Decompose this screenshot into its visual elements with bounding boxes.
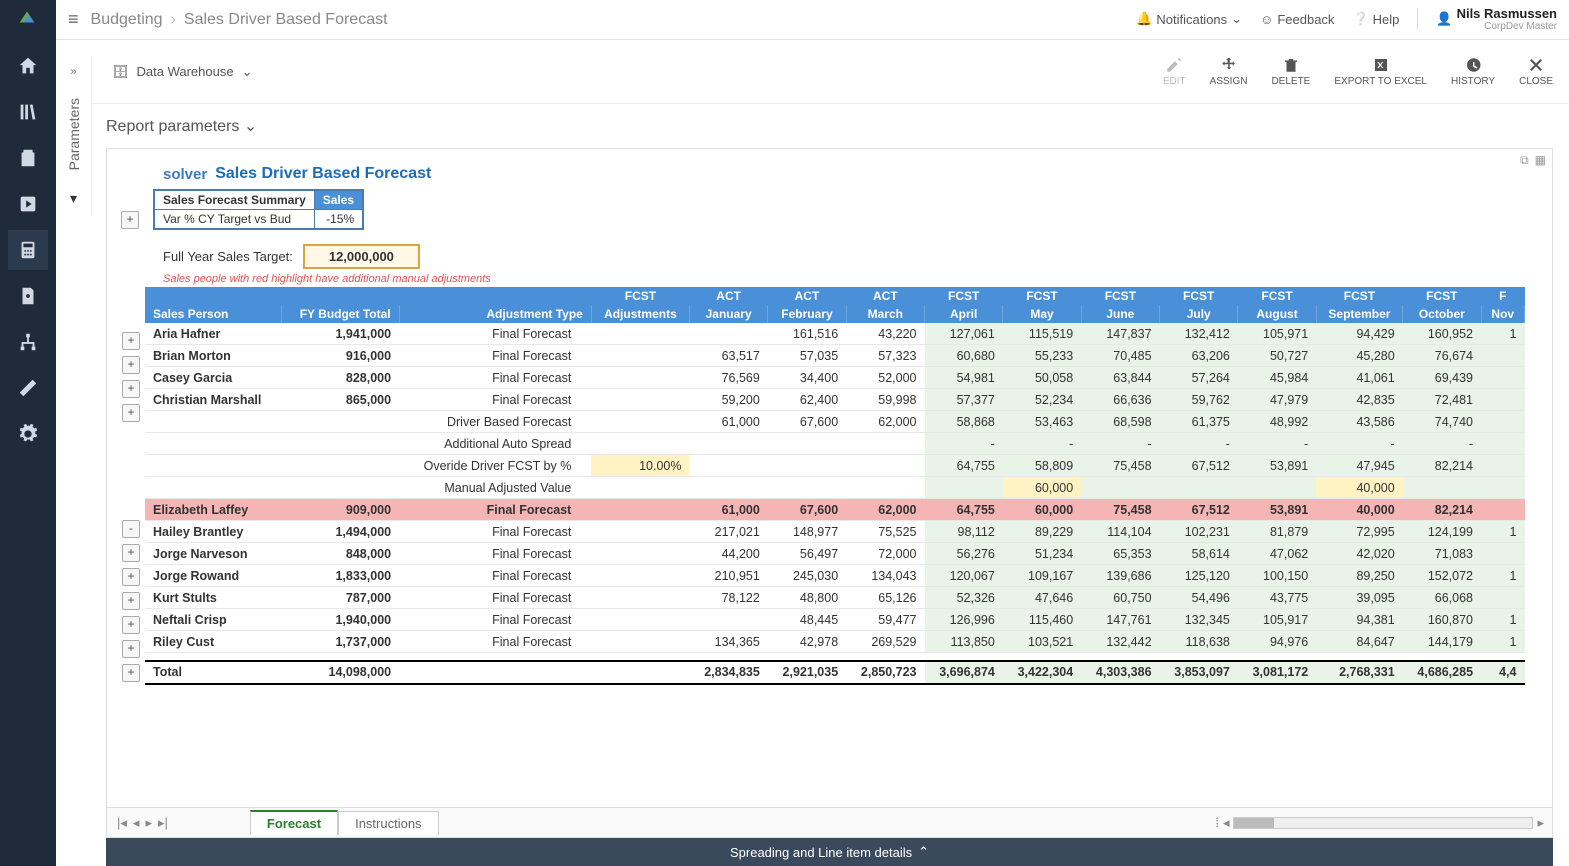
nav-home-icon[interactable] — [8, 46, 48, 86]
edit-button: EDIT — [1163, 56, 1186, 87]
forecast-grid: FCSTACTACTACTFCSTFCSTFCSTFCSTFCSTFCSTFCS… — [145, 287, 1525, 685]
report-parameters-toggle[interactable]: Report parameters ⌄ — [106, 116, 1553, 136]
sheet-nav-last-icon[interactable]: ▸| — [156, 815, 170, 831]
brand-logo-icon — [16, 6, 40, 30]
export-excel-button[interactable]: EXPORT TO EXCEL — [1334, 56, 1427, 87]
expand-column: + + + + - + + + + + + — [117, 287, 145, 685]
expand-row-button[interactable]: + — [122, 616, 140, 634]
scroll-right-icon[interactable]: ▸ — [1537, 815, 1544, 831]
sheet-nav-next-icon[interactable]: ▸ — [143, 815, 154, 831]
report-title: Sales Driver Based Forecast — [215, 165, 431, 183]
table-row: Riley Cust 1,737,000 Final Forecast 134,… — [145, 631, 1525, 653]
target-value[interactable]: 12,000,000 — [303, 244, 420, 269]
table-subrow: Additional Auto Spread------- — [145, 433, 1525, 455]
nav-library-icon[interactable] — [8, 92, 48, 132]
chevron-down-icon: ⌄ — [242, 64, 253, 80]
table-row: Jorge Narveson 848,000 Final Forecast 44… — [145, 543, 1525, 565]
delete-button[interactable]: DELETE — [1271, 56, 1310, 87]
tab-forecast[interactable]: Forecast — [250, 810, 338, 835]
table-row: Casey Garcia 828,000 Final Forecast 76,5… — [145, 367, 1525, 389]
assign-button[interactable]: ASSIGN — [1210, 56, 1248, 87]
tab-instructions[interactable]: Instructions — [338, 811, 438, 835]
expand-row-button[interactable]: + — [122, 404, 140, 422]
chevron-up-icon: ⌃ — [918, 844, 929, 860]
chevron-right-icon: » — [70, 64, 77, 78]
history-button[interactable]: HISTORY — [1451, 56, 1495, 87]
notifications-menu[interactable]: 🔔 Notifications ⌄ — [1136, 11, 1242, 27]
sheet-nav-first-icon[interactable]: |◂ — [115, 815, 129, 831]
database-icon: 🗄 — [112, 64, 129, 80]
table-subrow: Driver Based Forecast61,00067,60062,0005… — [145, 411, 1525, 433]
report-frame: ⧉ ▦ solver Sales Driver Based Forecast +… — [106, 148, 1553, 838]
smile-icon: ☺ — [1260, 12, 1273, 27]
table-row: Neftali Crisp 1,940,000 Final Forecast 4… — [145, 609, 1525, 631]
expand-row-button[interactable]: + — [122, 356, 140, 374]
table-row: Christian Marshall 865,000 Final Forecas… — [145, 389, 1525, 411]
target-label: Full Year Sales Target: — [163, 249, 293, 264]
nav-clipboard-icon[interactable] — [8, 138, 48, 178]
chevron-down-icon: ⌄ — [244, 118, 257, 135]
menu-toggle-icon[interactable]: ≡ — [68, 9, 79, 30]
nav-tools-icon[interactable] — [8, 368, 48, 408]
user-menu[interactable]: 👤 Nils Rasmussen CorpDev Master — [1436, 7, 1557, 32]
expand-row-button[interactable]: + — [122, 568, 140, 586]
expand-row-button[interactable]: + — [122, 592, 140, 610]
chevron-down-icon: ⌄ — [1231, 11, 1242, 27]
grid-icon[interactable]: ▦ — [1535, 153, 1546, 168]
user-icon: 👤 — [1436, 11, 1452, 27]
table-row: Hailey Brantley 1,494,000 Final Forecast… — [145, 521, 1525, 543]
nav-user-file-icon[interactable] — [8, 276, 48, 316]
data-warehouse-dropdown[interactable]: Data Warehouse — [137, 64, 234, 79]
toolbar: 🗄 Data Warehouse ⌄ EDIT ASSIGN DELETE — [56, 40, 1569, 104]
highlight-note: Sales people with red highlight have add… — [163, 273, 1534, 285]
expand-row-button[interactable]: + — [122, 380, 140, 398]
sheet-nav-prev-icon[interactable]: ◂ — [131, 815, 142, 831]
feedback-link[interactable]: ☺ Feedback — [1260, 12, 1334, 27]
help-link[interactable]: ❔ Help — [1352, 11, 1399, 27]
breadcrumb-page[interactable]: Sales Driver Based Forecast — [184, 11, 388, 29]
table-row: Aria Hafner 1,941,000 Final Forecast 161… — [145, 323, 1525, 345]
close-button[interactable]: CLOSE — [1519, 56, 1553, 87]
nav-calculator-icon[interactable] — [8, 230, 48, 270]
bell-icon: 🔔 — [1136, 11, 1152, 27]
summary-box: Sales Forecast SummarySales Var % CY Tar… — [153, 189, 364, 230]
expand-row-button[interactable]: + — [122, 664, 140, 682]
sheet-tabs: |◂ ◂ ▸ ▸| Forecast Instructions ⁞ ◂ ▸ — [107, 807, 1552, 837]
nav-hierarchy-icon[interactable] — [8, 322, 48, 362]
help-icon: ❔ — [1352, 11, 1368, 27]
expand-row-button[interactable]: + — [122, 640, 140, 658]
table-row: Brian Morton 916,000 Final Forecast 63,5… — [145, 345, 1525, 367]
table-row: Kurt Stults 787,000 Final Forecast 78,12… — [145, 587, 1525, 609]
breadcrumb: Budgeting › Sales Driver Based Forecast — [91, 11, 388, 29]
scroll-left-icon[interactable]: ◂ — [1223, 815, 1230, 831]
popout-icon[interactable]: ⧉ — [1520, 153, 1529, 168]
table-subrow: Manual Adjusted Value60,00040,000 — [145, 477, 1525, 499]
spreading-details-toggle[interactable]: Spreading and Line item details ⌃ — [106, 838, 1553, 866]
table-row: Jorge Rowand 1,833,000 Final Forecast 21… — [145, 565, 1525, 587]
total-row: Total 14,098,000 2,834,8352,921,0352,850… — [145, 661, 1525, 684]
nav-settings-icon[interactable] — [8, 414, 48, 454]
expand-row-button[interactable]: + — [122, 544, 140, 562]
expand-row-button[interactable]: + — [122, 332, 140, 350]
horizontal-scrollbar[interactable] — [1233, 817, 1533, 829]
nav-play-icon[interactable] — [8, 184, 48, 224]
expand-summary-button[interactable]: + — [121, 211, 139, 229]
parameters-sidebar-tab[interactable]: » Parameters ▾ — [56, 56, 92, 216]
breadcrumb-module[interactable]: Budgeting — [91, 11, 163, 29]
filter-icon: ▾ — [70, 190, 77, 207]
table-row: Elizabeth Laffey 909,000 Final Forecast … — [145, 499, 1525, 521]
table-subrow: Overide Driver FCST by %10.00%64,75558,8… — [145, 455, 1525, 477]
left-nav — [0, 0, 56, 866]
topbar: ≡ Budgeting › Sales Driver Based Forecas… — [56, 0, 1569, 40]
solver-logo: solver — [163, 166, 207, 183]
collapse-row-button[interactable]: - — [122, 520, 140, 538]
